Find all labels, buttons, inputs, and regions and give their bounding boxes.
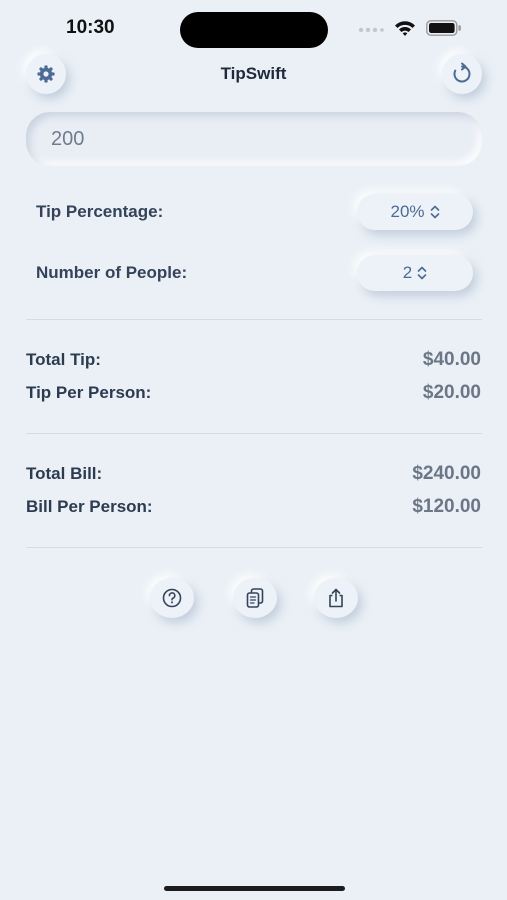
divider	[26, 319, 482, 320]
share-icon	[329, 588, 343, 608]
number-of-people-value: 2	[402, 263, 413, 282]
help-button[interactable]	[150, 578, 194, 618]
status-icons	[358, 18, 468, 40]
bill-per-person-label: Bill Per Person:	[26, 497, 153, 516]
copy-button[interactable]	[233, 578, 277, 618]
chevron-up-down-icon	[417, 266, 427, 280]
signal-dots-icon	[358, 27, 384, 33]
dynamic-island	[180, 12, 328, 48]
total-tip-value: $40.00	[422, 349, 481, 370]
help-icon	[162, 588, 182, 608]
bill-per-person-value: $120.00	[412, 496, 481, 517]
status-time: 10:30	[66, 17, 115, 38]
home-indicator	[164, 886, 345, 891]
battery-icon	[426, 20, 461, 36]
divider	[26, 547, 482, 548]
copy-icon	[246, 588, 264, 608]
number-of-people-label: Number of People:	[36, 263, 188, 282]
tip-percentage-value: 20%	[390, 202, 425, 221]
divider	[26, 433, 482, 434]
tip-percentage-picker[interactable]: 20%	[357, 194, 473, 230]
reset-icon	[453, 62, 471, 83]
share-button[interactable]	[314, 578, 358, 618]
bill-amount-input[interactable]	[26, 112, 482, 166]
reset-button[interactable]	[442, 54, 482, 94]
wifi-icon	[395, 21, 415, 36]
total-tip-label: Total Tip:	[26, 350, 101, 369]
total-bill-label: Total Bill:	[26, 464, 103, 483]
tip-per-person-value: $20.00	[422, 382, 481, 403]
tip-percentage-label: Tip Percentage:	[36, 202, 164, 221]
app-screen: 10:30 TipSwift 200 Tip Percentage: 20% N…	[0, 0, 507, 900]
number-of-people-picker[interactable]: 2	[357, 255, 473, 291]
chevron-up-down-icon	[430, 205, 440, 219]
total-bill-value: $240.00	[412, 463, 481, 484]
tip-per-person-label: Tip Per Person:	[26, 383, 152, 402]
page-title: TipSwift	[220, 64, 287, 83]
